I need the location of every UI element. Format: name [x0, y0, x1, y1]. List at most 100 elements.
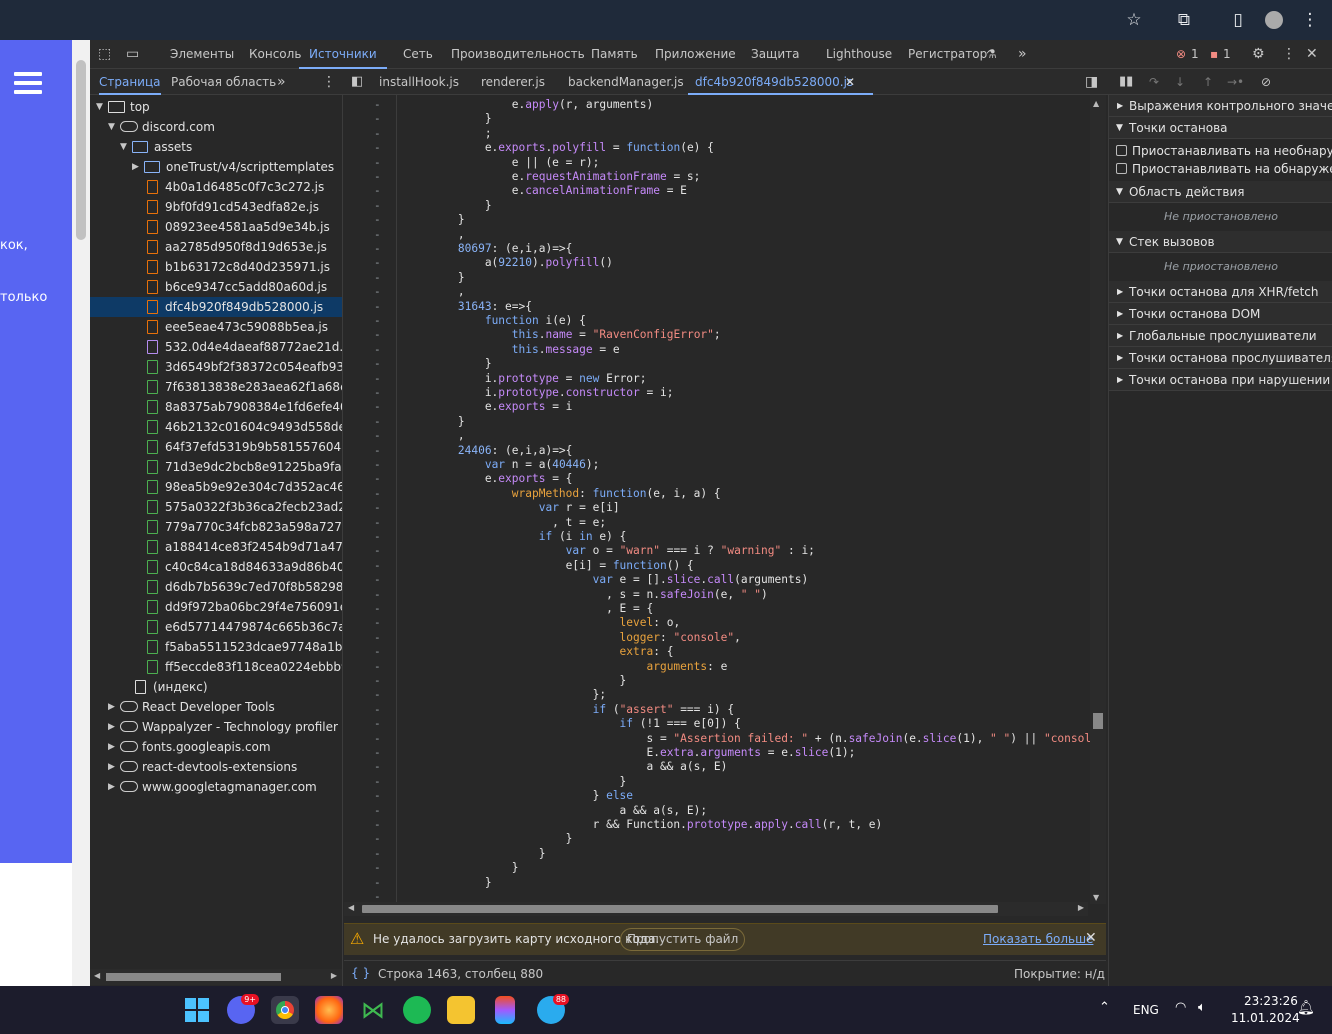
code-line[interactable]: , [404, 429, 465, 443]
gutter-marker[interactable]: - [374, 818, 381, 831]
pause-caught-checkbox[interactable]: Приостанавливать на обнаруже… [1109, 158, 1332, 180]
code-line[interactable]: , [404, 228, 465, 242]
issues-icon[interactable]: ▪ [1210, 40, 1218, 69]
show-more-link[interactable]: Показать больше [983, 932, 1093, 946]
pause-icon[interactable]: ▮▮ [1119, 69, 1133, 95]
code-line[interactable]: , E = { [404, 602, 653, 616]
clock-date[interactable]: 11.01.2024 [1231, 1011, 1300, 1025]
gutter-marker[interactable]: - [374, 400, 381, 413]
gutter-marker[interactable]: - [374, 789, 381, 802]
gutter-marker[interactable]: - [374, 847, 381, 860]
code-line[interactable]: } [404, 112, 492, 126]
gutter-marker[interactable]: - [374, 300, 381, 313]
tree-item-file[interactable]: (индекс) [90, 677, 342, 697]
subtab-page[interactable]: Страница [99, 69, 161, 95]
code-line[interactable]: e.cancelAnimationFrame = E [404, 184, 687, 198]
collapse-arrow-icon[interactable]: ▼ [120, 137, 127, 157]
file-tab[interactable]: backendManager.js [568, 69, 684, 95]
error-icon[interactable]: ⊗ [1176, 40, 1186, 69]
code-line[interactable]: var e = [].slice.call(arguments) [404, 573, 809, 587]
toggle-navigator-icon[interactable]: ◧ [351, 69, 363, 95]
gutter-marker[interactable]: - [374, 674, 381, 687]
code-line[interactable]: , t = e; [404, 516, 606, 530]
wifi-icon[interactable]: ◠ [1175, 1000, 1186, 1015]
step-icon[interactable]: →• [1227, 69, 1244, 95]
gutter-marker[interactable]: - [374, 444, 381, 457]
subtab-workspace[interactable]: Рабочая область [171, 69, 276, 95]
gutter-marker[interactable]: - [374, 832, 381, 845]
step-out-icon[interactable]: ↑ [1203, 69, 1213, 95]
telegram-icon[interactable]: 88 [537, 994, 569, 1024]
extensions-icon[interactable]: ⧉ [1172, 8, 1196, 32]
code-line[interactable]: e.exports.polyfill = function(e) { [404, 141, 714, 155]
tree-item-file[interactable]: 71d3e9dc2bcb8e91225ba9fab588 [90, 457, 342, 477]
gutter-marker[interactable]: - [374, 242, 381, 255]
gutter-marker[interactable]: - [374, 343, 381, 356]
close-warning-icon[interactable]: ✕ [1085, 930, 1097, 946]
code-line[interactable]: level: o, [404, 616, 681, 630]
callstack-section[interactable]: ▼ Стек вызовов [1109, 231, 1332, 253]
tab-lighthouse[interactable]: Lighthouse [826, 40, 892, 69]
tree-item-file[interactable]: 9bf0fd91cd543edfa82e.js [90, 197, 342, 217]
tab-elements[interactable]: Элементы [170, 40, 234, 69]
notifications-bell-icon[interactable]: 🔔︎ [1297, 1000, 1315, 1016]
tree-item-domain[interactable]: ▶ React Developer Tools [90, 697, 342, 717]
code-line[interactable]: arguments: e [404, 660, 727, 674]
tree-item-file[interactable]: 532.0d4e4daeaf88772ae21d.css [90, 337, 342, 357]
code-line[interactable]: e.exports = { [404, 472, 573, 486]
toggle-debugger-icon[interactable]: ◨ [1085, 69, 1098, 95]
gutter-marker[interactable]: - [374, 314, 381, 327]
code-line[interactable]: } [404, 213, 465, 227]
tree-item-file[interactable]: 3d6549bf2f38372c054eafb93fa35 [90, 357, 342, 377]
gutter-marker[interactable]: - [374, 660, 381, 673]
gutter-marker[interactable]: - [374, 645, 381, 658]
code-line[interactable]: }; [404, 688, 607, 702]
device-toolbar-icon[interactable]: ▭ [126, 40, 139, 69]
code-line[interactable]: function i(e) { [404, 314, 586, 328]
scope-section[interactable]: ▼ Область действия [1109, 181, 1332, 203]
gutter-marker[interactable]: - [374, 372, 381, 385]
windows-start-icon[interactable] [183, 996, 211, 1024]
editor-vertical-scrollbar[interactable]: ▲ ▼ [1090, 95, 1106, 904]
tree-item-file[interactable]: d6db7b5639c7ed70f8b582984dd [90, 577, 342, 597]
code-line[interactable]: } [404, 199, 492, 213]
tab-performance[interactable]: Производительность [451, 40, 585, 69]
gutter-marker[interactable]: - [374, 271, 381, 284]
tree-item-file[interactable]: 8a8375ab7908384e1fd6efe40828 [90, 397, 342, 417]
gutter-marker[interactable]: - [374, 472, 381, 485]
code-line[interactable]: ; [404, 127, 492, 141]
code-line[interactable]: if (i in e) { [404, 530, 627, 544]
tree-item-file[interactable]: 08923ee4581aa5d9e34b.js [90, 217, 342, 237]
gutter-marker[interactable]: - [374, 775, 381, 788]
code-line[interactable]: var r = e[i] [404, 501, 620, 515]
code-line[interactable]: a && a(s, E) [404, 760, 727, 774]
gutter-marker[interactable]: - [374, 588, 381, 601]
gutter-marker[interactable]: - [374, 703, 381, 716]
tab-console[interactable]: Консоль [249, 40, 301, 69]
tab-network[interactable]: Сеть [403, 40, 433, 69]
gutter-marker[interactable]: - [374, 386, 381, 399]
gutter-marker[interactable]: - [374, 285, 381, 298]
breakpoints-section[interactable]: ▼ Точки останова [1109, 117, 1332, 139]
tree-item-domain[interactable]: ▶ fonts.googleapis.com [90, 737, 342, 757]
tree-item-file[interactable]: b6ce9347cc5add80a60d.js [90, 277, 342, 297]
tree-item-domain[interactable]: ▼ discord.com [90, 117, 342, 137]
clock-time[interactable]: 23:23:26 [1244, 994, 1298, 1008]
code-line[interactable]: } [404, 357, 492, 371]
gutter-marker[interactable]: - [374, 746, 381, 759]
expand-arrow-icon[interactable]: ▶ [132, 157, 139, 177]
gutter-marker[interactable]: - [374, 98, 381, 111]
inspect-element-icon[interactable]: ⬚ [98, 40, 111, 69]
settings-gear-icon[interactable]: ⚙ [1252, 40, 1265, 69]
expand-arrow-icon[interactable]: ▶ [108, 777, 115, 797]
code-line[interactable]: } [404, 847, 546, 861]
gutter-marker[interactable]: - [374, 184, 381, 197]
volume-icon[interactable]: 🔈︎ [1198, 1000, 1206, 1015]
code-line[interactable]: e.exports = i [404, 400, 573, 414]
dom-breakpoints-section[interactable]: ▶ Точки останова DOM [1109, 303, 1332, 325]
gutter-marker[interactable]: - [374, 631, 381, 644]
code-line[interactable]: i.prototype = new Error; [404, 372, 647, 386]
code-line[interactable]: e.apply(r, arguments) [404, 98, 653, 112]
tab-application[interactable]: Приложение [655, 40, 736, 69]
code-line[interactable]: if ("assert" === i) { [404, 703, 734, 717]
